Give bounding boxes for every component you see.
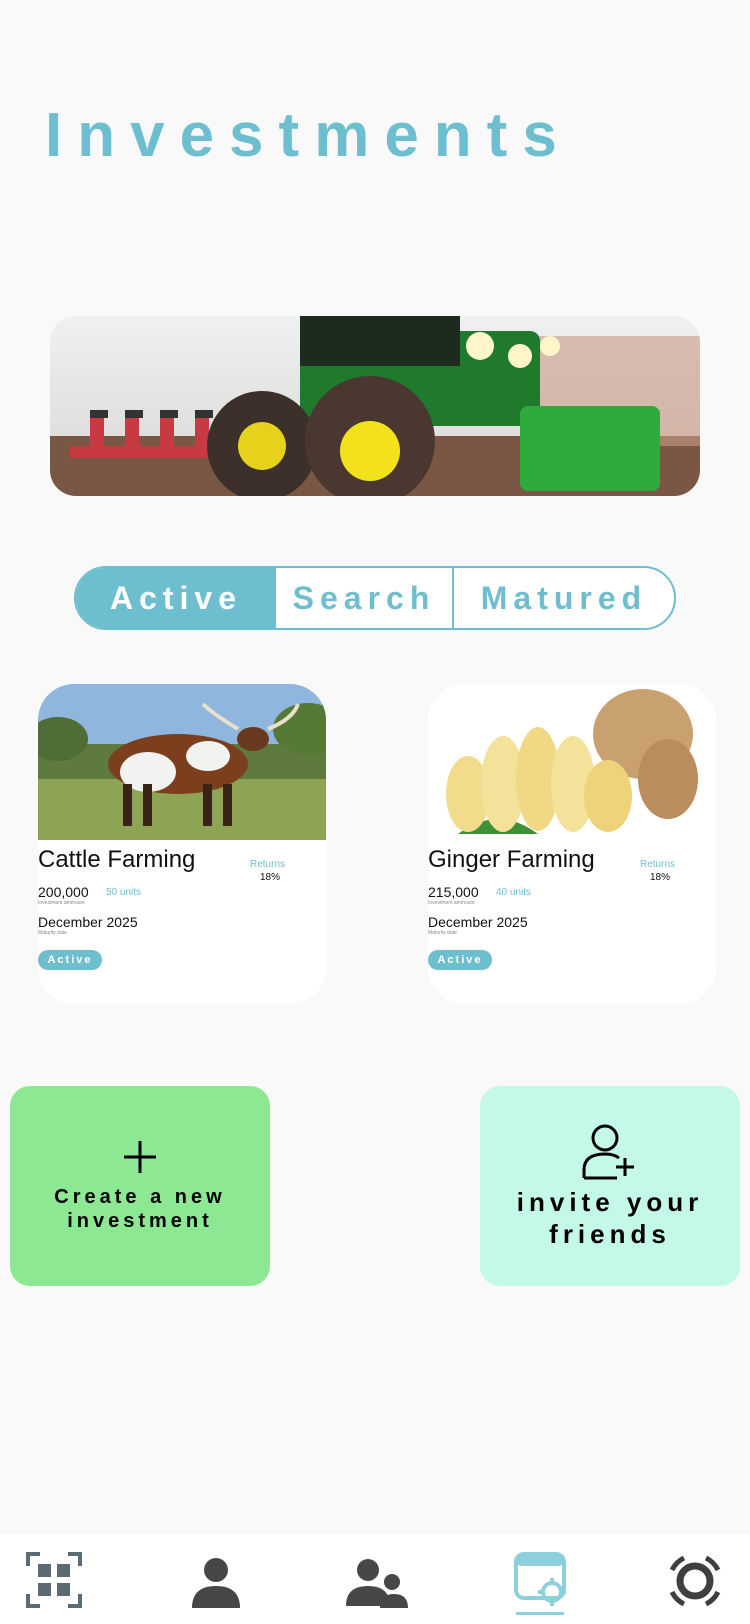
tab-matured[interactable]: Matured [454,568,674,628]
date-caption: Maturity date [38,930,67,936]
investment-card-ginger[interactable]: Ginger Farming Returns 18% 215,000 40 un… [428,684,716,1004]
profile-icon [192,1558,240,1608]
tab-active[interactable]: Active [76,568,276,628]
nav-investments[interactable] [512,1550,572,1615]
returns-label: Returns [250,859,286,870]
nav-settings[interactable] [664,1550,724,1610]
card-title: Ginger Farming [428,846,595,873]
card-title: Cattle Farming [38,846,196,873]
returns-value: 18% [650,872,671,883]
page-title: Investments [45,101,572,170]
add-user-icon [582,1124,634,1180]
investment-card-cattle[interactable]: Cattle Farming Returns 18% 200,000 50 un… [38,684,326,1004]
banner-image-tractor [50,316,700,496]
date-caption: Maturity date [428,930,457,936]
create-investment-button[interactable]: Create a new investment [10,1086,270,1286]
returns-label: Returns [640,859,676,870]
invite-friends-button[interactable]: invite your friends [480,1086,740,1286]
cattle-image [38,684,326,840]
investment-amount: 215,000 [428,884,479,900]
nav-profile[interactable] [186,1550,246,1610]
tab-search[interactable]: Search [276,568,454,628]
invest-icon [514,1552,566,1615]
maturity-date: December 2025 [428,914,528,930]
bottom-navigation [0,1534,750,1624]
invite-friends-label: invite your friends [516,1187,704,1249]
investment-amount: 200,000 [38,884,89,900]
ginger-image [428,684,716,840]
nav-dashboard[interactable] [24,1550,84,1610]
investment-units: 40 units [496,887,532,898]
amount-caption: Investment ammount [38,900,85,906]
plus-icon [124,1141,156,1173]
returns-value: 18% [260,872,281,883]
investment-filter-tabs: Active Search Matured [74,566,676,630]
amount-caption: Investment ammount [428,900,475,906]
dashboard-icon [26,1552,82,1608]
status-badge: Active [428,950,492,970]
settings-icon [669,1555,721,1607]
group-icon [346,1559,408,1608]
investment-units: 50 units [106,887,142,898]
nav-group[interactable] [344,1550,408,1610]
status-badge: Active [38,950,102,970]
create-investment-label: Create a new investment [54,1186,226,1232]
maturity-date: December 2025 [38,914,138,930]
